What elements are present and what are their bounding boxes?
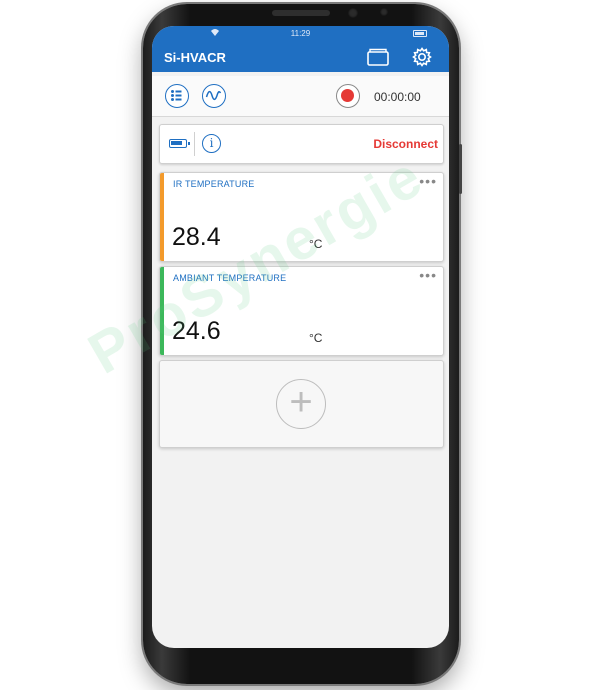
sensor-accent-bar bbox=[160, 173, 164, 261]
app-screen: 11:29 Si-HVACR 00:00:00 i Disconnect IR … bbox=[152, 26, 449, 648]
disconnect-button[interactable]: Disconnect bbox=[373, 137, 438, 151]
record-button[interactable] bbox=[336, 84, 360, 108]
sensor-unit: °C bbox=[309, 331, 323, 345]
add-icon[interactable]: + bbox=[276, 379, 326, 429]
toolbar: 00:00:00 bbox=[152, 76, 449, 117]
status-battery-icon bbox=[413, 30, 427, 37]
info-icon[interactable]: i bbox=[202, 134, 221, 153]
app-bar: Si-HVACR bbox=[152, 42, 449, 72]
divider bbox=[194, 132, 195, 156]
phone-side-button bbox=[459, 144, 462, 194]
recording-timer: 00:00:00 bbox=[374, 90, 421, 104]
sensor-value: 24.6 bbox=[172, 317, 221, 345]
sensor-label: AMBIANT TEMPERATURE bbox=[173, 273, 287, 283]
status-bar: 11:29 bbox=[152, 26, 449, 42]
waveform-icon[interactable] bbox=[202, 84, 226, 108]
battery-icon bbox=[169, 139, 190, 148]
add-sensor-card[interactable]: + bbox=[159, 360, 444, 448]
status-time: 11:29 bbox=[290, 29, 311, 38]
more-options-icon[interactable]: ••• bbox=[419, 173, 437, 189]
sensor-card-ir-temperature[interactable]: IR TEMPERATURE ••• 28.4 °C bbox=[159, 172, 444, 262]
folder-icon[interactable] bbox=[366, 46, 390, 68]
app-title: Si-HVACR bbox=[164, 50, 226, 65]
phone-speaker bbox=[272, 10, 330, 16]
sensor-label: IR TEMPERATURE bbox=[173, 179, 255, 189]
sensor-value: 28.4 bbox=[172, 223, 221, 251]
more-options-icon[interactable]: ••• bbox=[419, 267, 437, 283]
list-icon[interactable] bbox=[165, 84, 189, 108]
phone-sensor bbox=[380, 8, 388, 16]
sensor-unit: °C bbox=[309, 237, 323, 251]
device-card: i Disconnect bbox=[159, 124, 444, 164]
phone-camera bbox=[348, 8, 358, 18]
gear-icon[interactable] bbox=[410, 46, 434, 68]
sensor-card-ambient-temperature[interactable]: AMBIANT TEMPERATURE ••• 24.6 °C bbox=[159, 266, 444, 356]
sensor-accent-bar bbox=[160, 267, 164, 355]
